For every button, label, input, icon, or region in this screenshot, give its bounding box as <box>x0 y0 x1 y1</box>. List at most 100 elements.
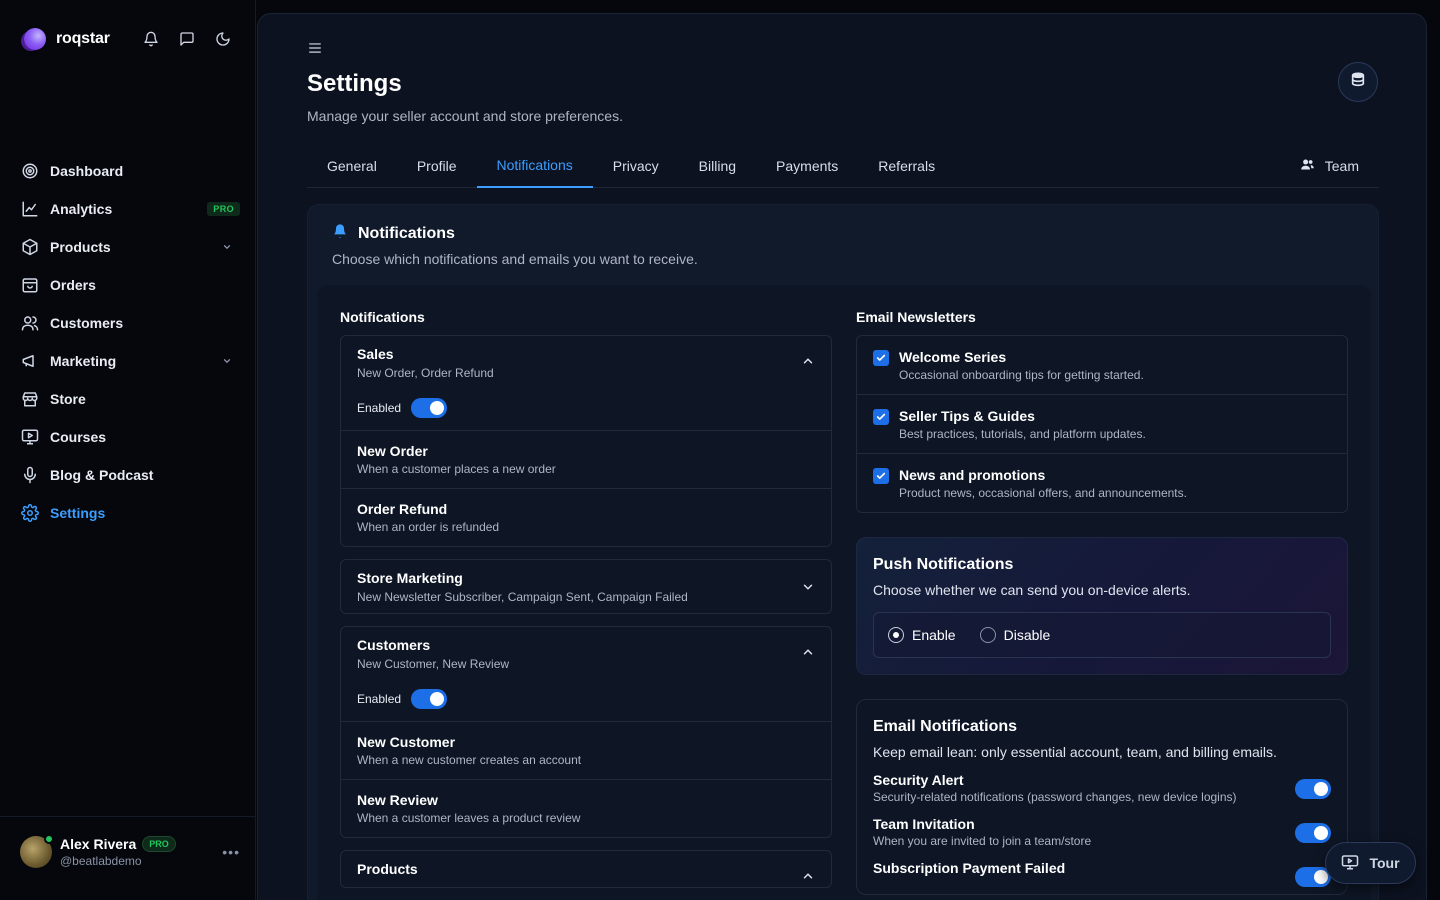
newsletter-list: Welcome Series Occasional onboarding tip… <box>856 335 1348 513</box>
menu-icon[interactable] <box>308 41 322 55</box>
checkbox-checked-icon[interactable] <box>873 409 889 425</box>
accordion-header[interactable]: Store Marketing New Newsletter Subscribe… <box>341 560 831 613</box>
moon-icon[interactable] <box>214 30 232 48</box>
user-name-row: Alex Rivera PRO <box>60 836 222 852</box>
radio-enable[interactable]: Enable <box>888 627 956 643</box>
newsletter-seller-tips[interactable]: Seller Tips & Guides Best practices, tut… <box>857 394 1347 453</box>
team-label: Team <box>1324 158 1359 174</box>
newsletter-title: Welcome Series <box>899 349 1007 365</box>
email-setting-subscription-payment-failed: Subscription Payment Failed <box>873 860 1331 887</box>
radio-label: Disable <box>1003 627 1051 643</box>
bell-icon[interactable] <box>142 30 160 48</box>
store-icon <box>20 389 40 409</box>
accordion-header[interactable]: Sales New Order, Order Refund Enabled <box>341 336 831 430</box>
sidebar-item-products[interactable]: Products <box>20 228 240 266</box>
sidebar-item-store[interactable]: Store <box>20 380 240 418</box>
row-title: New Customer <box>357 734 456 750</box>
user-profile[interactable]: Alex Rivera PRO @beatlabdemo ••• <box>20 834 240 868</box>
checkbox-checked-icon[interactable] <box>873 350 889 366</box>
more-options-icon[interactable]: ••• <box>222 844 240 860</box>
megaphone-icon <box>20 351 40 371</box>
card-inner: Notifications Sales New Order, Order Ref… <box>317 285 1371 900</box>
row-title: New Review <box>357 792 438 808</box>
notifications-column: Notifications Sales New Order, Order Ref… <box>340 309 832 900</box>
user-name: Alex Rivera <box>60 836 137 852</box>
tab-payments[interactable]: Payments <box>756 144 858 188</box>
sidebar-item-marketing[interactable]: Marketing <box>20 342 240 380</box>
sidebar-item-blog-podcast[interactable]: Blog & Podcast <box>20 456 240 494</box>
tab-billing[interactable]: Billing <box>679 144 756 188</box>
newsletter-desc: Best practices, tutorials, and platform … <box>899 427 1146 441</box>
bell-icon <box>332 223 348 244</box>
sidebar: roqstar Dashboard Analytics PRO Products… <box>0 0 256 900</box>
team-icon <box>1300 157 1315 175</box>
sidebar-item-courses[interactable]: Courses <box>20 418 240 456</box>
chevron-down-icon[interactable] <box>220 240 234 254</box>
row-desc: When a customer places a new order <box>357 462 556 476</box>
radio-unselected-icon[interactable] <box>979 627 996 643</box>
sidebar-item-settings[interactable]: Settings <box>20 494 240 532</box>
sidebar-item-label: Dashboard <box>50 163 124 179</box>
online-status-dot <box>44 834 54 844</box>
avatar[interactable] <box>20 834 54 868</box>
database-button[interactable] <box>1338 62 1378 102</box>
chevron-up-icon[interactable] <box>801 354 815 368</box>
team-invitation-toggle[interactable] <box>1295 823 1331 843</box>
list-item[interactable]: New Review When a customer leaves a prod… <box>341 779 831 837</box>
chevron-up-icon[interactable] <box>801 645 815 659</box>
sidebar-item-label: Settings <box>50 505 106 521</box>
enabled-row: Enabled <box>357 398 815 418</box>
tab-notifications[interactable]: Notifications <box>476 144 593 188</box>
setting-desc: When you are invited to join a team/stor… <box>873 834 1092 848</box>
accordion-products: Products <box>340 850 832 888</box>
brand-name: roqstar <box>56 30 110 47</box>
mic-icon <box>20 465 40 485</box>
enabled-label: Enabled <box>357 692 402 706</box>
list-item[interactable]: New Order When a customer places a new o… <box>341 430 831 488</box>
email-setting-security-alert: Security Alert Security-related notifica… <box>873 772 1331 804</box>
page-subtitle: Manage your seller account and store pre… <box>307 108 623 124</box>
push-radio-group: Enable Disable <box>873 612 1331 658</box>
card-title: Notifications <box>332 223 455 244</box>
list-item[interactable]: New Customer When a new customer creates… <box>341 721 831 779</box>
email-column: Email Newsletters Welcome Series Occasio… <box>856 309 1348 895</box>
accordion-header[interactable]: Products <box>341 851 831 887</box>
sidebar-divider <box>0 816 255 817</box>
customers-enabled-toggle[interactable] <box>411 689 448 709</box>
accordion-header[interactable]: Customers New Customer, New Review Enabl… <box>341 627 831 721</box>
chevron-down-icon[interactable] <box>220 354 234 368</box>
tour-button[interactable]: Tour <box>1325 842 1416 884</box>
newsletter-welcome-series[interactable]: Welcome Series Occasional onboarding tip… <box>857 336 1347 394</box>
tab-privacy[interactable]: Privacy <box>593 144 679 188</box>
tab-team[interactable]: Team <box>1300 144 1359 188</box>
sidebar-item-customers[interactable]: Customers <box>20 304 240 342</box>
tab-referrals[interactable]: Referrals <box>858 144 955 188</box>
sidebar-item-analytics[interactable]: Analytics PRO <box>20 190 240 228</box>
radio-disable[interactable]: Disable <box>979 627 1051 643</box>
gear-icon <box>20 503 40 523</box>
accordion-title: Store Marketing <box>357 570 463 586</box>
chevron-up-icon[interactable] <box>801 869 815 883</box>
checkbox-checked-icon[interactable] <box>873 468 889 484</box>
accordion-title: Products <box>357 861 418 877</box>
tab-profile[interactable]: Profile <box>397 144 477 188</box>
pro-badge: PRO <box>207 202 240 216</box>
tab-general[interactable]: General <box>307 144 397 188</box>
sidebar-item-orders[interactable]: Orders <box>20 266 240 304</box>
enabled-label: Enabled <box>357 401 402 415</box>
card-title-text: Notifications <box>358 224 455 242</box>
sidebar-item-label: Analytics <box>50 201 113 217</box>
sales-enabled-toggle[interactable] <box>411 398 448 418</box>
security-alert-toggle[interactable] <box>1295 779 1331 799</box>
message-icon[interactable] <box>178 30 196 48</box>
newsletter-news-promotions[interactable]: News and promotions Product news, occasi… <box>857 453 1347 512</box>
user-text: Alex Rivera PRO @beatlabdemo <box>60 836 222 868</box>
email-notifications-title: Email Notifications <box>873 718 1018 735</box>
sidebar-item-dashboard[interactable]: Dashboard <box>20 152 240 190</box>
brand[interactable]: roqstar <box>24 28 110 50</box>
section-label: Notifications <box>340 309 425 325</box>
sidebar-item-label: Orders <box>50 277 96 293</box>
list-item[interactable]: Order Refund When an order is refunded <box>341 488 831 546</box>
radio-selected-icon[interactable] <box>888 627 904 643</box>
chevron-down-icon[interactable] <box>801 580 815 594</box>
